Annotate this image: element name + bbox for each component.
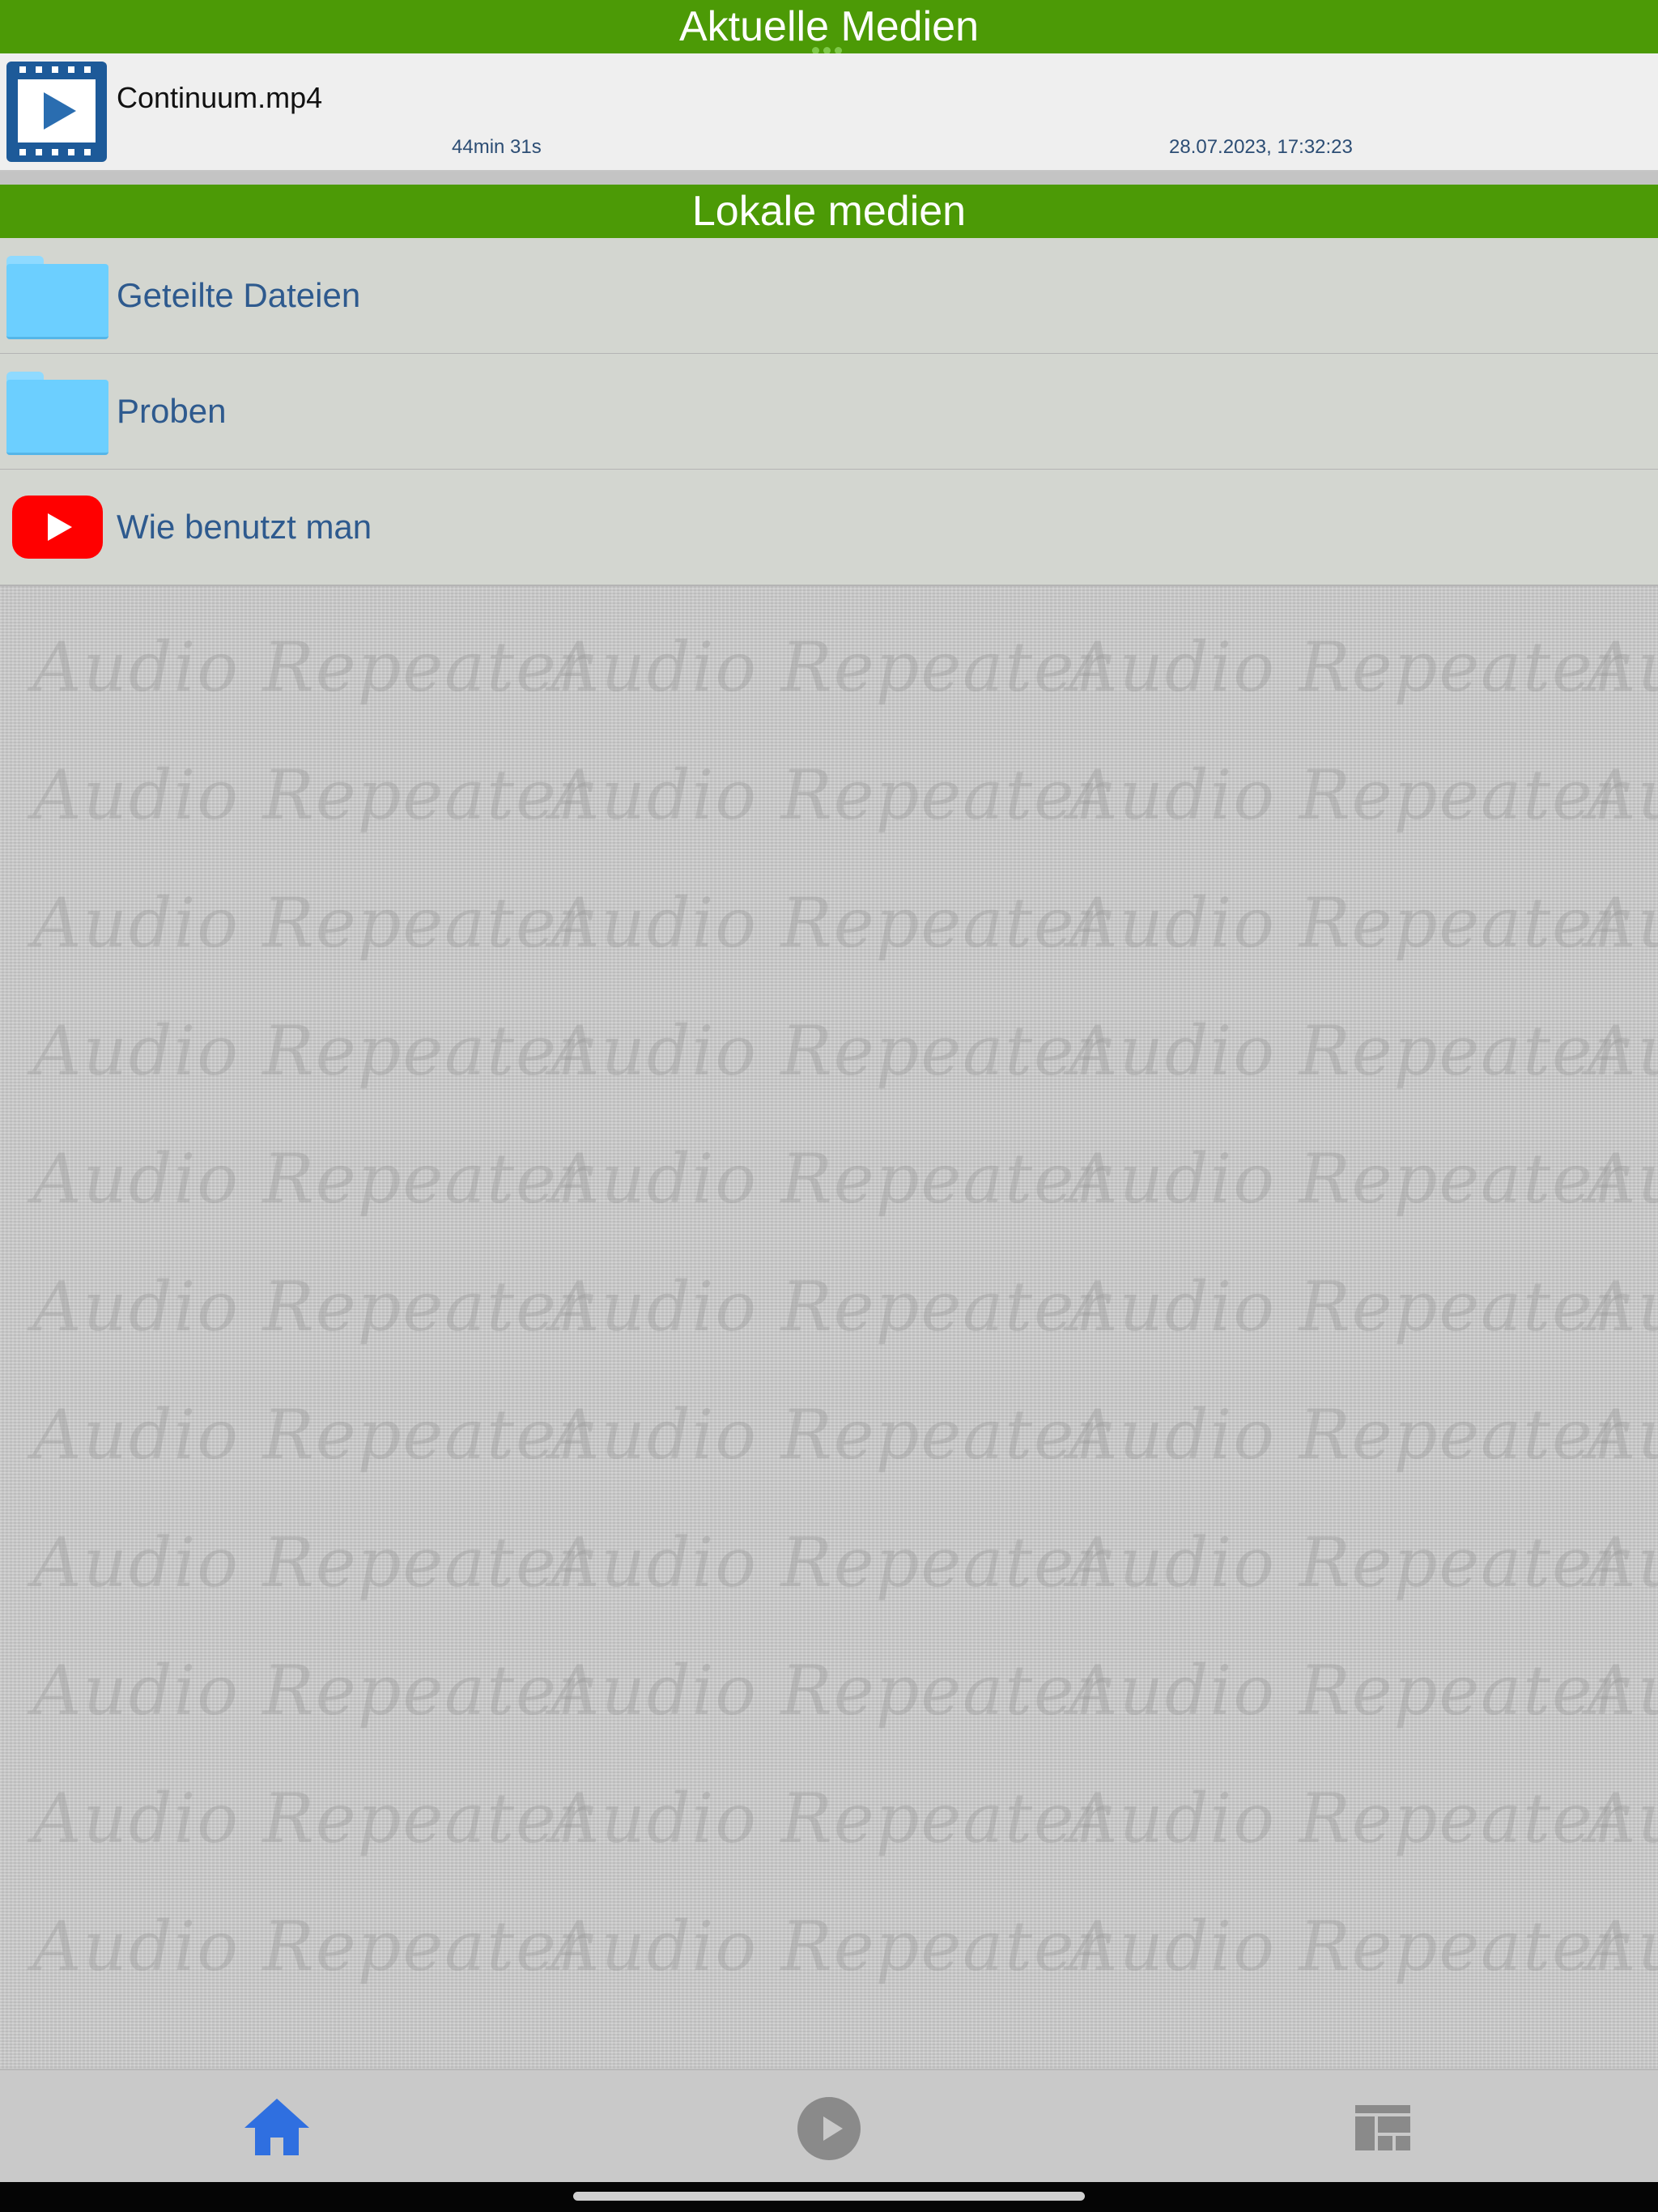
watermark-text: Audio Repeater: [1587, 1651, 1658, 1730]
watermark-text: Audio Repeater: [1587, 627, 1658, 707]
recent-file-duration: 44min 31s: [452, 136, 542, 158]
local-media-header: Lokale medien: [0, 185, 1658, 238]
divider: [0, 172, 1658, 185]
watermark-row: Audio RepeaterAudio RepeaterAudio Repeat…: [32, 1523, 1658, 1602]
watermark-row: Audio RepeaterAudio RepeaterAudio Repeat…: [32, 1907, 1658, 1986]
list-item-label: Wie benutzt man: [117, 508, 372, 546]
list-item-samples[interactable]: Proben: [0, 354, 1658, 470]
watermark-text: Audio Repeater: [551, 1267, 1110, 1346]
watermark-row: Audio RepeaterAudio RepeaterAudio Repeat…: [32, 627, 1658, 707]
watermark-row: Audio RepeaterAudio RepeaterAudio Repeat…: [32, 1779, 1658, 1858]
watermark-text: Audio Repeater: [551, 1779, 1110, 1858]
watermark-text: Audio Repeater: [1069, 1011, 1628, 1091]
play-circle-icon[interactable]: [797, 2097, 861, 2160]
watermark-text: Audio Repeater: [1587, 1011, 1658, 1091]
recent-file-date: 28.07.2023, 17:32:23: [1169, 136, 1353, 158]
watermark-background: Audio RepeaterAudio RepeaterAudio Repeat…: [0, 595, 1658, 2069]
watermark-text: Audio Repeater: [1587, 1395, 1658, 1474]
watermark-text: Audio Repeater: [551, 1523, 1110, 1602]
watermark-text: Audio Repeater: [1069, 1779, 1628, 1858]
grid-layout-icon[interactable]: [1355, 2105, 1410, 2150]
watermark-text: Audio Repeater: [1069, 1267, 1628, 1346]
recent-media-header: Aktuelle Medien: [0, 0, 1658, 54]
local-media-title: Lokale medien: [691, 188, 967, 235]
watermark-text: Audio Repeater: [1069, 1395, 1628, 1474]
list-item-label: Proben: [117, 392, 227, 430]
watermark-text: Audio Repeater: [32, 1523, 592, 1602]
watermark-text: Audio Repeater: [1069, 755, 1628, 835]
watermark-row: Audio RepeaterAudio RepeaterAudio Repeat…: [32, 1011, 1658, 1091]
list-item-shared-files[interactable]: Geteilte Dateien: [0, 238, 1658, 355]
tab-bar: [0, 2069, 1658, 2184]
watermark-text: Audio Repeater: [1587, 755, 1658, 835]
watermark-text: Audio Repeater: [32, 1267, 592, 1346]
youtube-icon: [12, 496, 103, 559]
system-bar: [0, 2182, 1658, 2212]
watermark-text: Audio Repeater: [1587, 883, 1658, 963]
watermark-row: Audio RepeaterAudio RepeaterAudio Repeat…: [32, 1395, 1658, 1474]
watermark-text: Audio Repeater: [1587, 1523, 1658, 1602]
recent-media-item[interactable]: Continuum.mp4 44min 31s 28.07.2023, 17:3…: [0, 53, 1658, 172]
watermark-text: Audio Repeater: [551, 1651, 1110, 1730]
watermark-text: Audio Repeater: [32, 1651, 592, 1730]
watermark-text: Audio Repeater: [32, 1779, 592, 1858]
recent-file-name: Continuum.mp4: [117, 81, 323, 114]
watermark-text: Audio Repeater: [32, 755, 592, 835]
folder-icon: [6, 372, 108, 455]
watermark-text: Audio Repeater: [32, 627, 592, 707]
watermark-text: Audio Repeater: [32, 1139, 592, 1219]
watermark-text: Audio Repeater: [1069, 627, 1628, 707]
watermark-row: Audio RepeaterAudio RepeaterAudio Repeat…: [32, 883, 1658, 963]
watermark-text: Audio Repeater: [551, 755, 1110, 835]
watermark-text: Audio Repeater: [32, 1395, 592, 1474]
video-file-icon: [6, 62, 107, 162]
watermark-text: Audio Repeater: [1587, 1779, 1658, 1858]
watermark-row: Audio RepeaterAudio RepeaterAudio Repeat…: [32, 1651, 1658, 1730]
watermark-text: Audio Repeater: [1069, 1523, 1628, 1602]
watermark-text: Audio Repeater: [32, 1907, 592, 1986]
watermark-text: Audio Repeater: [1069, 1651, 1628, 1730]
watermark-text: Audio Repeater: [32, 883, 592, 963]
watermark-row: Audio RepeaterAudio RepeaterAudio Repeat…: [32, 1267, 1658, 1346]
watermark-text: Audio Repeater: [551, 627, 1110, 707]
watermark-row: Audio RepeaterAudio RepeaterAudio Repeat…: [32, 1139, 1658, 1219]
watermark-text: Audio Repeater: [1069, 883, 1628, 963]
folder-icon: [6, 256, 108, 339]
watermark-text: Audio Repeater: [1587, 1267, 1658, 1346]
list-item-label: Geteilte Dateien: [117, 276, 361, 314]
home-indicator[interactable]: [573, 2192, 1085, 2201]
watermark-text: Audio Repeater: [551, 883, 1110, 963]
watermark-text: Audio Repeater: [551, 1395, 1110, 1474]
list-item-how-to-use[interactable]: Wie benutzt man: [0, 470, 1658, 586]
watermark-text: Audio Repeater: [32, 1011, 592, 1091]
watermark-text: Audio Repeater: [1069, 1907, 1628, 1986]
home-icon[interactable]: [244, 2099, 309, 2159]
watermark-text: Audio Repeater: [1587, 1907, 1658, 1986]
watermark-text: Audio Repeater: [1069, 1139, 1628, 1219]
watermark-text: Audio Repeater: [1587, 1139, 1658, 1219]
watermark-row: Audio RepeaterAudio RepeaterAudio Repeat…: [32, 755, 1658, 835]
watermark-text: Audio Repeater: [551, 1139, 1110, 1219]
watermark-text: Audio Repeater: [551, 1907, 1110, 1986]
watermark-text: Audio Repeater: [551, 1011, 1110, 1091]
